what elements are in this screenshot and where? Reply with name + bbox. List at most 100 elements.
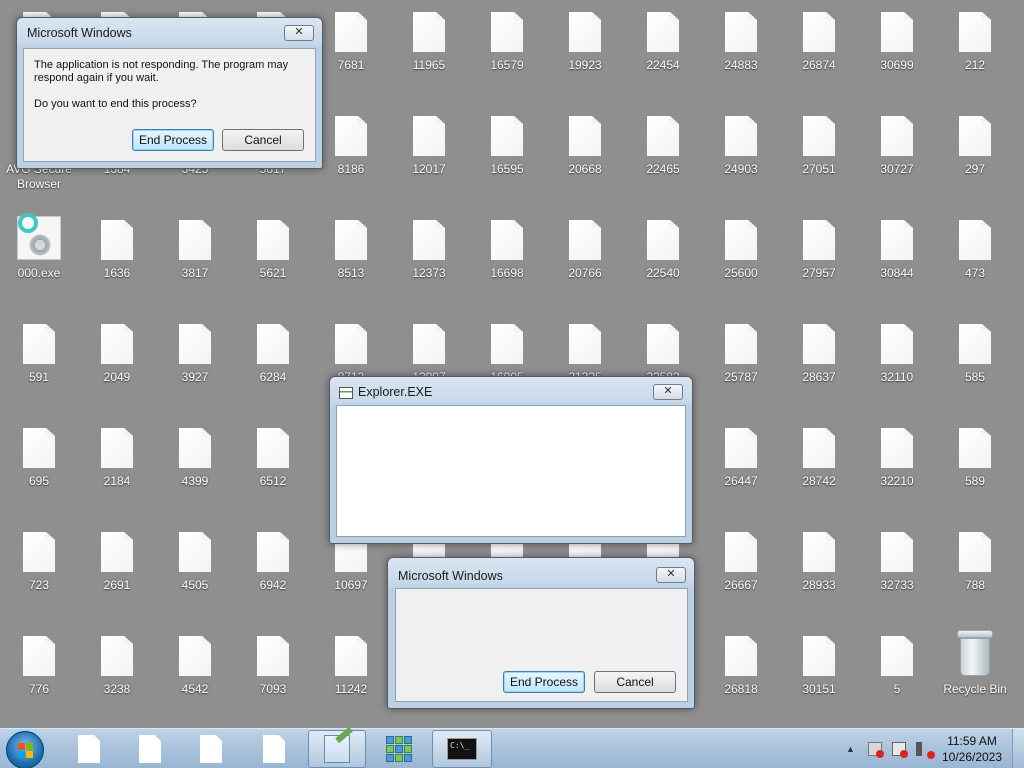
file-desktop-icon[interactable]: 26447 (702, 416, 780, 520)
file-desktop-icon[interactable]: 28637 (780, 312, 858, 416)
file-icon (959, 532, 991, 572)
action-center-flag-icon[interactable] (868, 742, 884, 758)
file-desktop-icon[interactable]: 585 (936, 312, 1014, 416)
explorer-title: Explorer.EXE (358, 385, 433, 399)
file-desktop-icon[interactable]: 32210 (858, 416, 936, 520)
second-cancel-button[interactable]: Cancel (594, 671, 676, 693)
file-icon (101, 636, 133, 676)
file-desktop-icon[interactable]: 723 (0, 520, 78, 624)
second-end-process-button[interactable]: End Process (503, 671, 585, 693)
file-desktop-icon[interactable]: 26667 (702, 520, 780, 624)
file-desktop-icon[interactable]: 212 (936, 0, 1014, 104)
start-button[interactable] (6, 731, 44, 768)
taskbar-file-2[interactable] (121, 730, 179, 768)
file-desktop-icon[interactable]: 12017 (390, 104, 468, 208)
file-desktop-icon[interactable]: 30727 (858, 104, 936, 208)
file-desktop-icon[interactable]: 28742 (780, 416, 858, 520)
file-desktop-icon[interactable]: 4399 (156, 416, 234, 520)
taskbar-notepad[interactable] (308, 730, 366, 768)
file-desktop-icon[interactable]: 27957 (780, 208, 858, 312)
file-desktop-icon[interactable]: 32110 (858, 312, 936, 416)
file-desktop-icon[interactable]: 788 (936, 520, 1014, 624)
file-desktop-icon[interactable]: 2184 (78, 416, 156, 520)
file-desktop-icon[interactable]: 591 (0, 312, 78, 416)
file-desktop-icon[interactable]: 11965 (390, 0, 468, 104)
desktop-icon-label: 3238 (103, 682, 131, 696)
file-desktop-icon[interactable]: 5621 (234, 208, 312, 312)
desktop-icon-label: 4399 (181, 474, 209, 488)
file-desktop-icon[interactable]: 26874 (780, 0, 858, 104)
file-desktop-icon[interactable]: 3927 (156, 312, 234, 416)
desktop-icon-label: 12373 (412, 266, 446, 280)
file-desktop-icon[interactable]: 695 (0, 416, 78, 520)
taskbar-app-grid[interactable] (370, 730, 428, 768)
file-desktop-icon[interactable]: 25600 (702, 208, 780, 312)
taskbar-file-1[interactable] (60, 730, 118, 768)
notepad-icon (324, 735, 350, 763)
file-desktop-icon[interactable]: 16579 (468, 0, 546, 104)
file-desktop-icon[interactable]: 11242 (312, 624, 390, 728)
file-icon (959, 12, 991, 52)
taskbar-file-3[interactable] (182, 730, 240, 768)
dialog-close-button[interactable]: ✕ (284, 25, 314, 41)
file-desktop-icon[interactable]: 30699 (858, 0, 936, 104)
taskbar-cmd[interactable]: C:\_ (432, 730, 492, 768)
file-desktop-icon[interactable]: 6284 (234, 312, 312, 416)
file-icon (803, 12, 835, 52)
cancel-button[interactable]: Cancel (222, 129, 304, 151)
file-desktop-icon[interactable]: 473 (936, 208, 1014, 312)
show-desktop-button[interactable] (1012, 729, 1024, 768)
taskbar-clock[interactable]: 11:59 AM 10/26/2023 (934, 733, 1010, 765)
file-desktop-icon[interactable]: 3238 (78, 624, 156, 728)
file-desktop-icon[interactable]: 3817 (156, 208, 234, 312)
file-desktop-icon[interactable]: 30844 (858, 208, 936, 312)
file-desktop-icon[interactable]: 6512 (234, 416, 312, 520)
file-icon (647, 116, 679, 156)
recycle-bin-desktop-icon[interactable]: Recycle Bin (936, 624, 1014, 728)
file-desktop-icon[interactable]: 12373 (390, 208, 468, 312)
file-desktop-icon[interactable]: 22454 (624, 0, 702, 104)
desktop-icon-label: 11965 (412, 58, 446, 72)
file-desktop-icon[interactable]: 27051 (780, 104, 858, 208)
file-icon (491, 220, 523, 260)
file-desktop-icon[interactable]: 5 (858, 624, 936, 728)
file-desktop-icon[interactable]: 32733 (858, 520, 936, 624)
file-icon (803, 220, 835, 260)
file-desktop-icon[interactable]: 25787 (702, 312, 780, 416)
file-desktop-icon[interactable]: 4505 (156, 520, 234, 624)
file-desktop-icon[interactable]: 22540 (624, 208, 702, 312)
file-desktop-icon[interactable]: 26818 (702, 624, 780, 728)
file-desktop-icon[interactable]: 16595 (468, 104, 546, 208)
file-desktop-icon[interactable]: 6942 (234, 520, 312, 624)
file-desktop-icon[interactable]: 8513 (312, 208, 390, 312)
show-hidden-icons-arrow[interactable]: ▲ (846, 744, 855, 754)
file-desktop-icon[interactable]: 28933 (780, 520, 858, 624)
clock-time: 11:59 AM (947, 734, 997, 748)
file-desktop-icon[interactable]: 2049 (78, 312, 156, 416)
file-desktop-icon[interactable]: 22465 (624, 104, 702, 208)
file-desktop-icon[interactable]: 24883 (702, 0, 780, 104)
file-desktop-icon[interactable]: 20668 (546, 104, 624, 208)
explorer-close-button[interactable]: ✕ (653, 384, 683, 400)
end-process-button[interactable]: End Process (132, 129, 214, 151)
second-dialog-close-button[interactable]: ✕ (656, 567, 686, 583)
file-desktop-icon[interactable]: 24903 (702, 104, 780, 208)
file-desktop-icon[interactable]: 8186 (312, 104, 390, 208)
file-desktop-icon[interactable]: 297 (936, 104, 1014, 208)
desktop-icon-label: 000.exe (17, 266, 61, 280)
file-desktop-icon[interactable]: 2691 (78, 520, 156, 624)
network-icon[interactable] (892, 742, 908, 758)
file-desktop-icon[interactable]: 20766 (546, 208, 624, 312)
file-desktop-icon[interactable]: 4542 (156, 624, 234, 728)
file-desktop-icon[interactable]: 7681 (312, 0, 390, 104)
volume-icon[interactable] (916, 742, 935, 759)
file-desktop-icon[interactable]: 1636 (78, 208, 156, 312)
exe-desktop-icon[interactable]: 000.exe (0, 208, 78, 312)
file-desktop-icon[interactable]: 19923 (546, 0, 624, 104)
file-desktop-icon[interactable]: 16698 (468, 208, 546, 312)
taskbar-file-4[interactable] (245, 730, 303, 768)
file-desktop-icon[interactable]: 7093 (234, 624, 312, 728)
file-desktop-icon[interactable]: 776 (0, 624, 78, 728)
file-desktop-icon[interactable]: 30151 (780, 624, 858, 728)
file-desktop-icon[interactable]: 589 (936, 416, 1014, 520)
